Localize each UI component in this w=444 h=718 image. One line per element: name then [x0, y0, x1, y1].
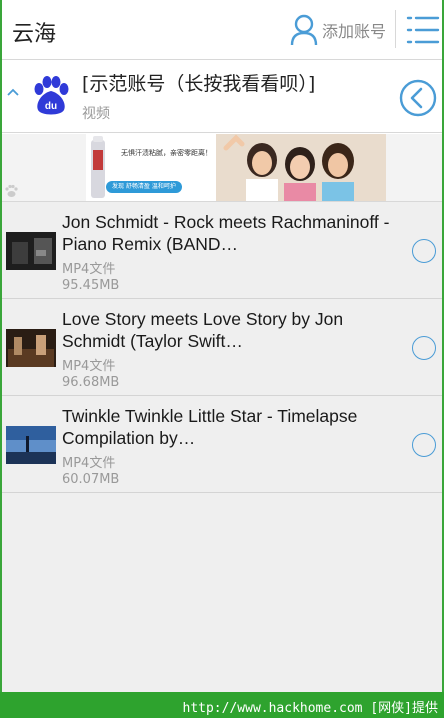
list-item[interactable]: Love Story meets Love Story by Jon Schmi… [2, 299, 442, 396]
paw-watermark-icon [5, 184, 18, 197]
file-list: Jon Schmidt - Rock meets Rachmaninoff - … [2, 202, 442, 493]
file-type: MP4文件 [62, 359, 116, 374]
file-type: MP4文件 [62, 262, 116, 277]
file-title: Love Story meets Love Story by Jon Schmi… [62, 309, 344, 351]
baidu-logo-icon: du [34, 76, 69, 115]
footer-bar: http://www.hackhome.com [网侠]提供 [0, 692, 444, 718]
list-item[interactable]: Jon Schmidt - Rock meets Rachmaninoff - … [2, 202, 442, 299]
account-name: [示范账号（长按我看看呗）] [82, 73, 316, 95]
file-size: 96.68MB [62, 375, 120, 390]
ad-subline: 发现 舒畅清盈 温和呵护 [106, 181, 182, 193]
add-account-button[interactable]: 添加账号 [290, 12, 386, 48]
ad-image[interactable]: 无惧汗渍粘腻，亲密零距离！ 发现 舒畅清盈 温和呵护 [86, 134, 386, 201]
video-thumbnail [6, 232, 56, 270]
user-icon [290, 14, 318, 46]
svg-text:du: du [45, 101, 57, 112]
select-radio[interactable] [412, 336, 436, 360]
list-item[interactable]: Twinkle Twinkle Little Star - Timelapse … [2, 396, 442, 493]
select-radio[interactable] [412, 239, 436, 263]
file-title: Jon Schmidt - Rock meets Rachmaninoff - … [62, 212, 390, 254]
file-type: MP4文件 [62, 456, 116, 471]
account-row[interactable]: du [示范账号（长按我看看呗）] 视频 [2, 61, 442, 133]
file-size: 60.07MB [62, 472, 120, 487]
file-title: Twinkle Twinkle Little Star - Timelapse … [62, 406, 358, 448]
ad-headline: 无惧汗渍粘腻，亲密零距离！ [121, 149, 212, 157]
back-circle-button[interactable] [399, 79, 437, 117]
ad-banner[interactable]: 无惧汗渍粘腻，亲密零距离！ 发现 舒畅清盈 温和呵护 [2, 134, 442, 202]
file-size: 95.45MB [62, 278, 120, 293]
app-header: 云海 添加账号 [2, 0, 442, 60]
select-radio[interactable] [412, 433, 436, 457]
account-type: 视频 [82, 106, 110, 122]
header-divider [395, 10, 396, 48]
video-thumbnail [6, 426, 56, 464]
footer-watermark: http://www.hackhome.com [网侠]提供 [182, 701, 439, 716]
video-thumbnail [6, 329, 56, 367]
list-menu-icon [406, 16, 440, 44]
chevron-up-icon[interactable] [6, 87, 20, 97]
empty-list-area [2, 493, 442, 692]
add-account-label: 添加账号 [322, 22, 387, 41]
menu-button[interactable] [406, 14, 440, 46]
app-title: 云海 [12, 22, 57, 47]
